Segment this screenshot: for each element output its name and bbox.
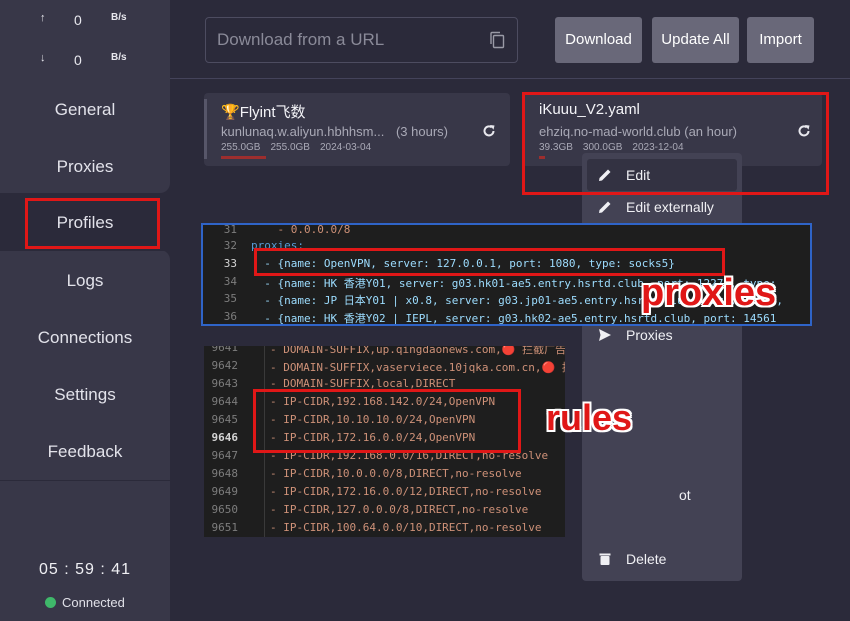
- download-value: 0: [74, 52, 82, 68]
- menu-item-edit-externally[interactable]: Edit externally: [582, 191, 742, 223]
- profile-stats: 255.0GB 255.0GB 2024-03-04: [221, 142, 381, 153]
- sidebar: ↑ 0 B/s ↓ 0 B/s General Proxies Profiles…: [0, 0, 170, 621]
- line-number: 31: [223, 223, 237, 236]
- url-input[interactable]: Download from a URL: [205, 17, 518, 63]
- status-dot-icon: [45, 597, 56, 608]
- code-line: - IP-CIDR,10.0.0.0/8,DIRECT,no-resolve: [270, 467, 522, 480]
- nav-item-logs[interactable]: Logs: [0, 252, 170, 309]
- nav-item-feedback[interactable]: Feedback: [0, 423, 170, 480]
- code-line: - DOMAIN-SUFFIX,vaserviece.10jqka.com.cn…: [270, 361, 565, 374]
- upload-speed: ↑ 0 B/s: [0, 12, 170, 32]
- menu-item-label: Proxies: [626, 327, 673, 343]
- profile-host: kunlunaq.w.aliyun.hbhhsm... (3 hours): [221, 124, 448, 139]
- card-accent: [204, 99, 207, 159]
- upload-unit: B/s: [111, 12, 127, 23]
- line-number: 33: [223, 257, 237, 270]
- highlight-profile-ikuuu: [522, 92, 829, 195]
- download-button[interactable]: Download: [555, 17, 642, 63]
- upload-value: 0: [74, 12, 82, 28]
- usage-bar: [221, 156, 266, 159]
- refresh-icon[interactable]: [482, 124, 496, 138]
- line-number: 36: [223, 310, 237, 323]
- profile-card-flyint[interactable]: 🏆Flyint飞数 kunlunaq.w.aliyun.hbhhsm... (3…: [204, 93, 510, 166]
- upload-arrow-icon: ↑: [40, 12, 46, 24]
- used-traffic: 255.0GB: [221, 142, 261, 153]
- code-line: - DOMAIN-SUFFIX,up.qingdaonews.com,🔴 拦截广…: [270, 346, 565, 356]
- download-arrow-icon: ↓: [40, 52, 46, 64]
- uptime-clock: 05 : 59 : 41: [38, 561, 132, 578]
- nav-item-proxies[interactable]: Proxies: [0, 138, 170, 195]
- connection-status: Connected: [45, 595, 125, 610]
- highlight-openvpn-rules: [253, 389, 521, 453]
- total-traffic: 255.0GB: [270, 142, 310, 153]
- send-icon: [599, 329, 611, 341]
- paste-icon[interactable]: [489, 31, 505, 49]
- menu-item-label: Delete: [626, 551, 667, 567]
- line-number: 9641: [211, 346, 239, 354]
- line-number: 9648: [211, 467, 239, 480]
- app-window: ↑ 0 B/s ↓ 0 B/s General Proxies Profiles…: [0, 0, 850, 621]
- status-panel: 05 : 59 : 41 Connected: [0, 480, 170, 621]
- line-number: 9643: [211, 377, 239, 390]
- profile-name: Flyint飞数: [239, 104, 306, 121]
- line-number: 9642: [211, 359, 239, 372]
- code-line: - IP-CIDR,100.64.0.0/10,DIRECT,no-resolv…: [270, 521, 542, 534]
- code-line: - IP-CIDR,127.0.0.0/8,DIRECT,no-resolve: [270, 503, 529, 516]
- download-speed: ↓ 0 B/s: [0, 52, 170, 72]
- menu-item-label: Edit externally: [626, 199, 714, 215]
- line-number: 34: [223, 275, 237, 288]
- code-line: - 0.0.0.0/8: [251, 223, 351, 236]
- line-number: 9644: [211, 395, 239, 408]
- download-unit: B/s: [111, 52, 127, 63]
- profile-updated: (3 hours): [395, 124, 448, 139]
- trophy-icon: 🏆: [221, 104, 240, 121]
- trash-icon: [599, 553, 611, 565]
- line-number: 9646: [211, 431, 239, 444]
- code-line: - IP-CIDR,172.16.0.0/12,DIRECT,no-resolv…: [270, 485, 542, 498]
- toolbar: Download from a URL Download Update All …: [170, 0, 850, 79]
- nav-item-general[interactable]: General: [0, 81, 170, 138]
- proxies-annotation: proxies: [641, 272, 777, 314]
- traffic-speed: ↑ 0 B/s ↓ 0 B/s: [0, 0, 170, 80]
- nav-item-connections[interactable]: Connections: [0, 309, 170, 366]
- expire-date: 2024-03-04: [319, 142, 372, 153]
- pencil-icon: [599, 201, 611, 213]
- url-placeholder: Download from a URL: [217, 30, 385, 49]
- profile-context-menu: Edit Edit externally Proxies Delete: [582, 153, 742, 581]
- rules-annotation: rules: [546, 397, 633, 438]
- line-number: 9645: [211, 413, 239, 426]
- line-number: 9650: [211, 503, 239, 516]
- nav-item-settings[interactable]: Settings: [0, 366, 170, 423]
- profile-title: 🏆Flyint飞数: [221, 101, 306, 122]
- line-number: 32: [223, 239, 237, 252]
- connection-label: Connected: [62, 595, 125, 610]
- import-button[interactable]: Import: [747, 17, 814, 63]
- line-number: 9649: [211, 485, 239, 498]
- profile-host-text: kunlunaq.w.aliyun.hbhhsm...: [221, 124, 385, 139]
- line-number: 9647: [211, 449, 239, 462]
- line-number: 9651: [211, 521, 239, 534]
- menu-item-partial-label: ot: [679, 487, 691, 503]
- highlight-profiles: [25, 198, 160, 249]
- menu-item-delete[interactable]: Delete: [582, 543, 742, 575]
- update-all-button[interactable]: Update All: [652, 17, 739, 63]
- line-number: 35: [223, 292, 237, 305]
